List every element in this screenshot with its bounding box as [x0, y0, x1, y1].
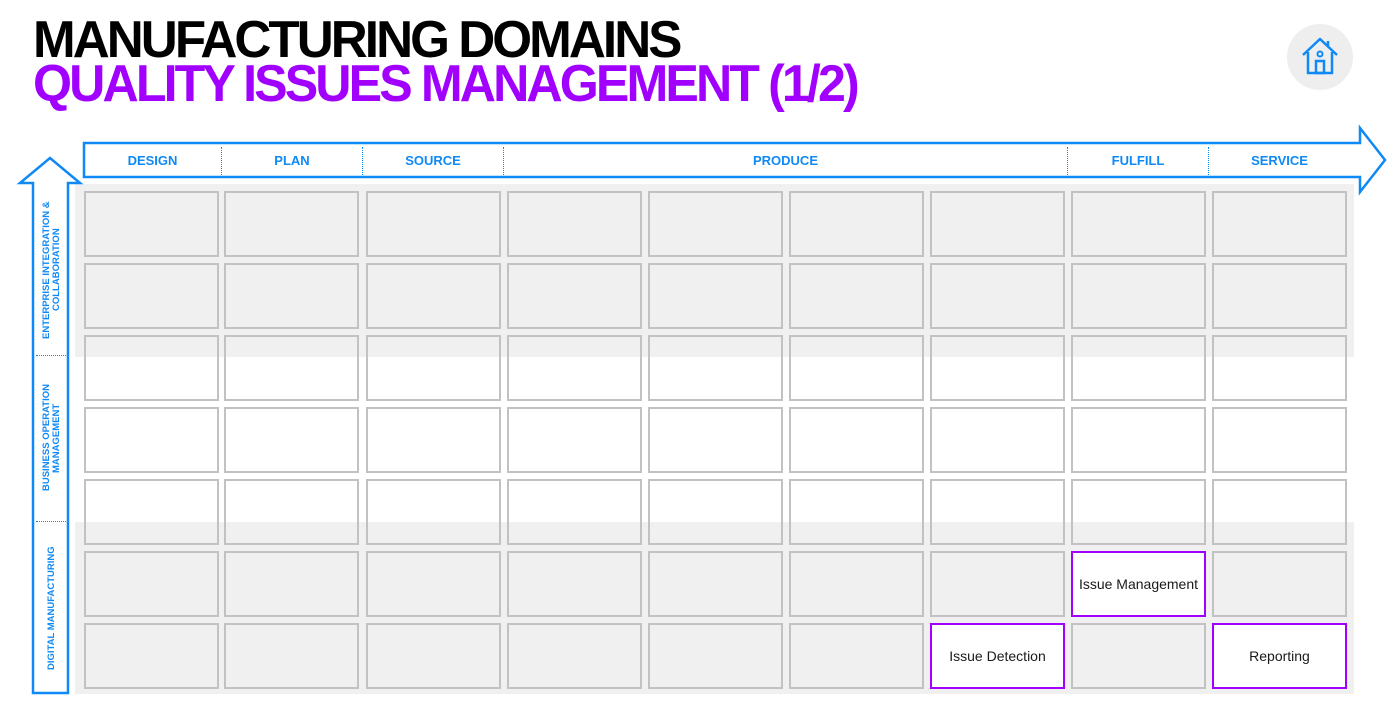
grid-cell [84, 551, 219, 617]
grid-cell [366, 623, 501, 689]
grid-cell [789, 191, 924, 257]
grid-cell [930, 263, 1065, 329]
grid-cell [930, 479, 1065, 545]
row-digital-label[interactable]: DIGITAL MANUFACTURING [36, 528, 68, 688]
grid-cell [507, 335, 642, 401]
grid-cell [1071, 623, 1206, 689]
grid-cell [224, 407, 359, 473]
grid-cell [648, 623, 783, 689]
grid-cell [1212, 407, 1347, 473]
grid-cell [507, 479, 642, 545]
grid-cell [84, 335, 219, 401]
grid-cell [366, 479, 501, 545]
grid-cell [366, 191, 501, 257]
issue-management-label: Issue Management [1078, 576, 1199, 592]
grid-cell [224, 191, 359, 257]
grid-cell [1071, 407, 1206, 473]
grid-cell [84, 263, 219, 329]
grid-cell [648, 191, 783, 257]
grid-cell [789, 551, 924, 617]
issue-detection-cell[interactable]: Issue Detection [930, 623, 1065, 689]
grid-cell [224, 335, 359, 401]
grid-cell [507, 407, 642, 473]
grid-cell [507, 191, 642, 257]
row-enterprise-label[interactable]: ENTERPRISE INTEGRATION & COLLABORATION [36, 190, 68, 350]
issue-detection-label: Issue Detection [949, 648, 1046, 664]
reporting-cell[interactable]: Reporting [1212, 623, 1347, 689]
grid-cell [648, 407, 783, 473]
grid-cell [930, 407, 1065, 473]
grid-cell [507, 551, 642, 617]
grid-cell [366, 551, 501, 617]
grid-cell [224, 263, 359, 329]
grid-cell [1071, 191, 1206, 257]
grid-cell [1212, 551, 1347, 617]
grid-cell [1071, 479, 1206, 545]
row-divider [36, 355, 68, 356]
column-service[interactable]: SERVICE [1209, 148, 1350, 174]
grid-cell [224, 623, 359, 689]
grid-cell [84, 479, 219, 545]
grid-cell [507, 623, 642, 689]
column-plan[interactable]: PLAN [222, 148, 362, 174]
grid-cell [84, 623, 219, 689]
grid-cell [366, 263, 501, 329]
row-business-label[interactable]: BUSINESS OPERATION MANAGEMENT [36, 362, 68, 514]
column-design[interactable]: DESIGN [84, 148, 221, 174]
reporting-label: Reporting [1249, 648, 1310, 664]
grid-cell [789, 407, 924, 473]
grid-cell [1212, 263, 1347, 329]
grid-cell [366, 407, 501, 473]
issue-management-cell[interactable]: Issue Management [1071, 551, 1206, 617]
grid-cell [1071, 335, 1206, 401]
grid-cell [789, 623, 924, 689]
grid-cell [930, 335, 1065, 401]
grid-cell [789, 479, 924, 545]
column-fulfill[interactable]: FULFILL [1068, 148, 1208, 174]
grid-cell [1212, 191, 1347, 257]
column-source[interactable]: SOURCE [363, 148, 503, 174]
grid-cell [1071, 263, 1206, 329]
grid-cell [930, 191, 1065, 257]
row-divider [36, 521, 68, 522]
grid-cell [648, 479, 783, 545]
grid-cell [930, 551, 1065, 617]
grid-cell [84, 191, 219, 257]
grid-cell [507, 263, 642, 329]
grid-cell [1212, 479, 1347, 545]
grid-cell [84, 407, 219, 473]
grid-cell [789, 263, 924, 329]
grid-cell [224, 551, 359, 617]
grid-cell [224, 479, 359, 545]
grid-cell [366, 335, 501, 401]
grid-cell [648, 335, 783, 401]
grid-cell [789, 335, 924, 401]
column-produce[interactable]: PRODUCE [504, 148, 1067, 174]
grid-cell [1212, 335, 1347, 401]
grid-cell [648, 263, 783, 329]
grid-cell [648, 551, 783, 617]
